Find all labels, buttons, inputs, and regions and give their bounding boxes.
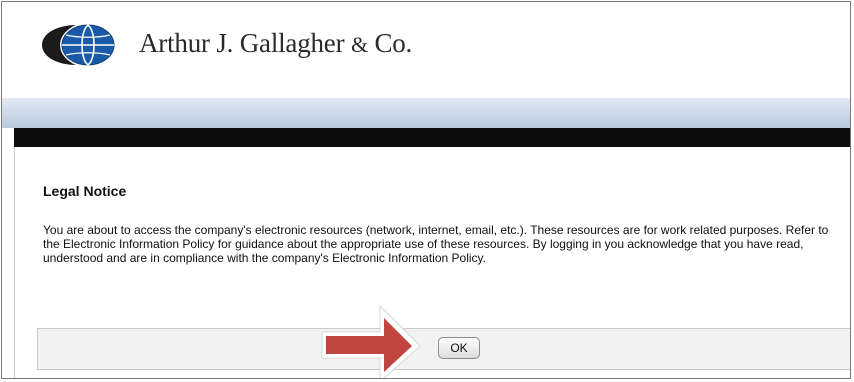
button-bar: OK <box>37 328 850 370</box>
company-name: Arthur J. Gallagher & Co. <box>139 28 412 59</box>
legal-notice-panel: Legal Notice You are about to access the… <box>14 147 850 378</box>
notice-body: You are about to access the company's el… <box>43 223 829 265</box>
notice-title: Legal Notice <box>43 183 127 199</box>
company-name-main: Arthur J. Gallagher <box>139 28 345 58</box>
ok-button[interactable]: OK <box>438 337 480 359</box>
right-arrow-icon <box>321 304 421 378</box>
page-frame: Arthur J. Gallagher & Co. Legal Notice Y… <box>1 1 851 379</box>
header: Arthur J. Gallagher & Co. <box>2 2 850 98</box>
title-bar <box>14 128 850 147</box>
company-name-amp: & <box>350 32 368 57</box>
gallagher-logo-icon <box>42 23 115 67</box>
header-band <box>2 98 850 128</box>
company-name-suffix: Co. <box>374 28 413 58</box>
